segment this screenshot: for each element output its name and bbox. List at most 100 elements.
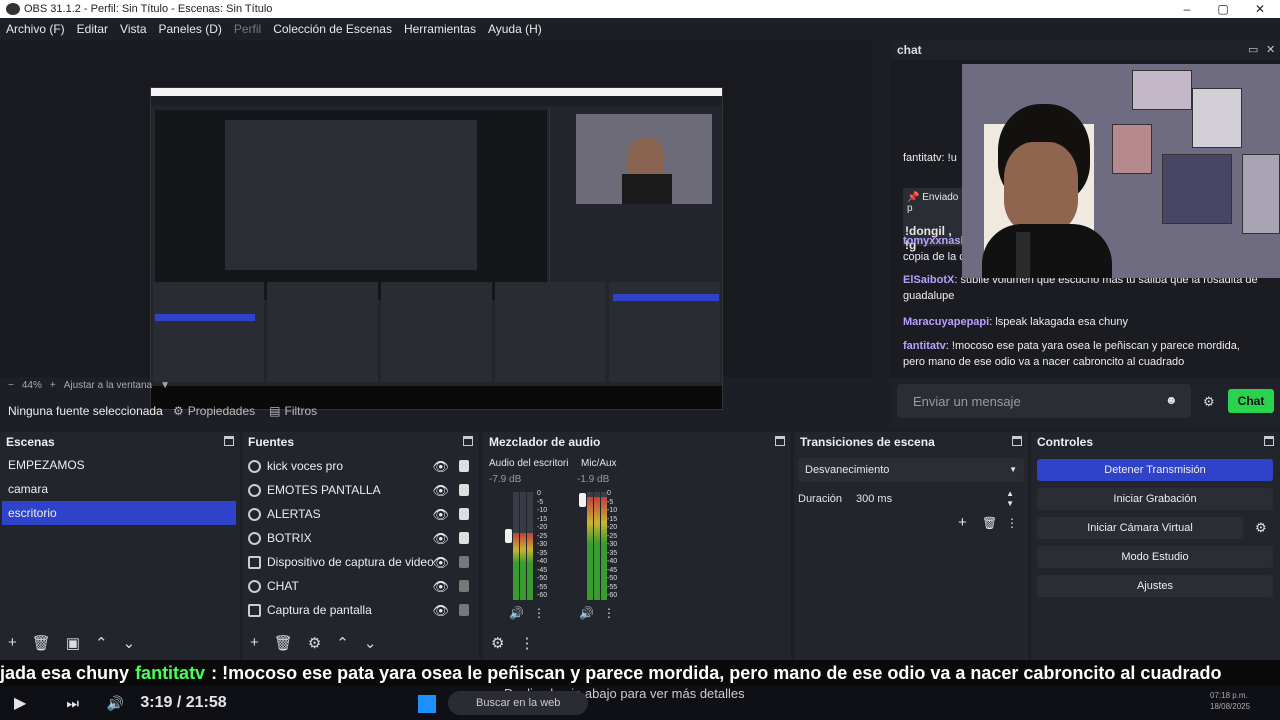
eye-icon[interactable]: 👁 — [432, 507, 449, 523]
speaker-icon[interactable]: 🔊 — [579, 606, 594, 620]
properties-button[interactable]: ⚙ Propiedades — [173, 404, 255, 418]
duration-input[interactable]: 300 ms ▲ ▼ — [850, 487, 1020, 511]
volume-icon[interactable]: 🔊 — [107, 695, 124, 712]
eye-icon[interactable]: 👁 — [432, 459, 449, 475]
menu-vista[interactable]: Vista — [120, 22, 146, 36]
chat-input[interactable]: Enviar un mensaje — [897, 384, 1191, 418]
menu-coleccion[interactable]: Colección de Escenas — [273, 22, 392, 36]
menu-perfil[interactable]: Perfil — [234, 22, 261, 36]
chat-username[interactable]: ElSaibotX — [903, 274, 954, 286]
zoom-out-icon[interactable]: − — [8, 380, 14, 391]
chat-username[interactable]: fantitatv — [903, 340, 946, 352]
minimize-icon[interactable]: – — [1169, 0, 1205, 18]
eye-icon[interactable]: 👁 — [432, 555, 449, 571]
menu-ayuda[interactable]: Ayuda (H) — [488, 22, 542, 36]
move-down-icon[interactable]: ⌄ — [123, 634, 136, 652]
trash-icon[interactable]: 🗑 — [32, 634, 51, 652]
chat-close-icon[interactable]: ✕ — [1266, 43, 1275, 56]
windows-start-icon[interactable] — [418, 695, 436, 713]
add-icon[interactable]: + — [958, 514, 967, 531]
zoom-in-icon[interactable]: + — [50, 380, 56, 391]
source-item[interactable]: kick voces pro 👁 — [242, 454, 479, 478]
trash-icon[interactable]: 🗑 — [274, 634, 293, 652]
next-icon[interactable]: ⏭ — [66, 695, 79, 712]
scene-item[interactable]: camara — [0, 477, 240, 501]
unlock-icon[interactable] — [459, 604, 469, 616]
dock-popout-icon[interactable] — [1012, 436, 1022, 446]
source-item[interactable]: ALERTAS 👁 — [242, 502, 479, 526]
dock-popout-icon[interactable] — [224, 436, 234, 446]
scene-item-selected[interactable]: escritorio — [2, 501, 236, 525]
chat-send-button[interactable]: Chat — [1228, 389, 1274, 413]
scene-item[interactable]: EMPEZAMOS — [0, 453, 240, 477]
more-icon[interactable]: ⋮ — [533, 606, 545, 620]
emoji-icon[interactable]: ☻ — [1165, 393, 1178, 407]
menu-herramientas[interactable]: Herramientas — [404, 22, 476, 36]
program-preview[interactable] — [0, 40, 872, 410]
volume-slider[interactable] — [505, 529, 512, 544]
lock-icon[interactable] — [459, 508, 469, 520]
more-icon[interactable]: ⋮ — [603, 606, 615, 620]
source-label: CHAT — [267, 579, 299, 593]
popout-icon[interactable]: ▭ — [1248, 43, 1258, 56]
spinner-icon[interactable]: ▲ ▼ — [1006, 489, 1014, 509]
more-icon[interactable]: ⋮ — [1006, 516, 1018, 530]
eye-icon[interactable]: 👁 — [432, 483, 449, 499]
browser-source-icon — [248, 507, 261, 521]
source-item[interactable]: Dispositivo de captura de video 👁 — [242, 550, 479, 574]
unlock-icon[interactable] — [459, 580, 469, 592]
nested-dock — [495, 282, 606, 382]
chat-username[interactable]: Maracuyapepapi — [903, 316, 989, 328]
start-virtualcam-button[interactable]: Iniciar Cámara Virtual — [1037, 517, 1243, 539]
gear-icon[interactable]: ⚙ — [491, 634, 504, 652]
fit-dropdown-icon[interactable]: ▼ — [160, 380, 170, 391]
gear-icon[interactable]: ⚙ — [308, 634, 321, 652]
menu-editar[interactable]: Editar — [77, 22, 108, 36]
gear-icon[interactable]: ⚙ — [1255, 520, 1267, 536]
lock-icon[interactable] — [459, 460, 469, 472]
transition-select[interactable]: Desvanecimiento ▼ — [798, 458, 1024, 482]
start-recording-button[interactable]: Iniciar Grabación — [1037, 488, 1273, 510]
stop-stream-button[interactable]: Detener Transmisión — [1037, 459, 1273, 481]
taskbar-search[interactable]: Buscar en la web — [448, 691, 588, 715]
studio-mode-button[interactable]: Modo Estudio — [1037, 546, 1273, 568]
add-icon[interactable]: + — [8, 634, 17, 652]
dock-popout-icon[interactable] — [1264, 436, 1274, 446]
chat-username[interactable]: tomyxxnasl — [903, 235, 964, 247]
filters-label: Filtros — [284, 404, 318, 418]
settings-button[interactable]: Ajustes — [1037, 575, 1273, 597]
source-item[interactable]: CHAT 👁 — [242, 574, 479, 598]
move-up-icon[interactable]: ⌃ — [336, 634, 349, 652]
lock-icon[interactable] — [459, 532, 469, 544]
eye-icon[interactable]: 👁 — [432, 579, 449, 595]
menu-paneles[interactable]: Paneles (D) — [159, 22, 222, 36]
more-icon[interactable]: ⋮ — [519, 634, 534, 652]
maximize-icon[interactable]: ▢ — [1205, 0, 1241, 18]
speaker-icon[interactable]: 🔊 — [509, 606, 524, 620]
move-down-icon[interactable]: ⌄ — [364, 634, 377, 652]
chat-settings-icon[interactable]: ⚙ — [1203, 394, 1215, 410]
source-item[interactable]: Captura de pantalla 👁 — [242, 598, 479, 622]
source-toolbar: Ninguna fuente seleccionada ⚙ Propiedades… — [0, 400, 880, 422]
trash-icon[interactable]: 🗑 — [982, 516, 997, 530]
filter-icon[interactable]: ▣ — [66, 634, 80, 652]
play-icon[interactable]: ▶ — [14, 693, 26, 713]
unlock-icon[interactable] — [459, 556, 469, 568]
lock-icon[interactable] — [459, 484, 469, 496]
eye-icon[interactable]: 👁 — [432, 603, 449, 619]
eye-icon[interactable]: 👁 — [432, 531, 449, 547]
meter-level — [520, 533, 526, 600]
move-up-icon[interactable]: ⌃ — [95, 634, 108, 652]
volume-slider[interactable] — [579, 493, 586, 508]
filters-button[interactable]: ▤ Filtros — [269, 404, 317, 418]
source-item[interactable]: BOTRIX 👁 — [242, 526, 479, 550]
add-icon[interactable]: + — [250, 634, 259, 652]
dock-popout-icon[interactable] — [463, 436, 473, 446]
close-icon[interactable]: ✕ — [1242, 0, 1278, 18]
taskbar-clock[interactable]: 07:18 p.m. 18/08/2025 — [1210, 690, 1250, 712]
dock-popout-icon[interactable] — [775, 436, 785, 446]
source-item[interactable]: EMOTES PANTALLA 👁 — [242, 478, 479, 502]
fit-window-label[interactable]: Ajustar a la ventana — [64, 380, 152, 391]
menu-archivo[interactable]: Archivo (F) — [6, 22, 65, 36]
browser-source-icon — [248, 579, 261, 593]
